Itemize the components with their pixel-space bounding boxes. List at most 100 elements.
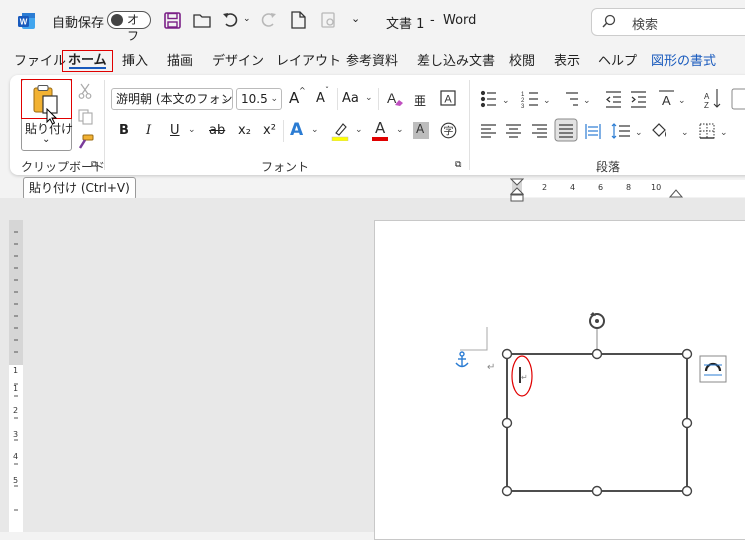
format-painter-icon[interactable] bbox=[77, 134, 94, 153]
align-center-icon[interactable] bbox=[506, 124, 521, 138]
touch-mode-icon[interactable] bbox=[320, 11, 338, 32]
redo-icon[interactable] bbox=[259, 11, 277, 32]
underline-button[interactable]: U bbox=[170, 121, 180, 141]
document-title: 文書 1 bbox=[386, 17, 425, 32]
encircle-characters-icon[interactable]: 字 bbox=[440, 122, 457, 142]
grow-font-button[interactable]: A bbox=[289, 88, 299, 108]
undo-icon[interactable] bbox=[222, 11, 240, 32]
increase-indent-icon[interactable] bbox=[631, 91, 646, 108]
tab-draw[interactable]: 描画 bbox=[167, 52, 193, 72]
tab-help[interactable]: ヘルプ bbox=[598, 52, 637, 72]
anchor-icon[interactable] bbox=[455, 351, 469, 368]
borders-dropdown-icon[interactable]: ⌄ bbox=[720, 128, 728, 138]
justify-button[interactable] bbox=[554, 118, 578, 142]
shading-dropdown-icon[interactable]: ⌄ bbox=[681, 128, 689, 138]
svg-text:字: 字 bbox=[444, 125, 454, 138]
phonetic-guide-icon[interactable]: 亜 bbox=[414, 92, 426, 109]
tab-file[interactable]: ファイル bbox=[14, 52, 66, 72]
change-case-dropdown-icon[interactable]: ⌄ bbox=[365, 93, 373, 103]
strikethrough-button[interactable]: ab bbox=[209, 121, 225, 141]
superscript-button[interactable]: x² bbox=[263, 121, 276, 141]
new-document-icon[interactable] bbox=[291, 11, 306, 32]
vertical-ruler-number: 5 bbox=[13, 476, 19, 485]
tab-layout[interactable]: レイアウト bbox=[276, 52, 341, 72]
text-direction-dropdown-icon[interactable]: ⌄ bbox=[678, 96, 686, 106]
multilevel-list-icon[interactable] bbox=[566, 92, 578, 106]
search-placeholder: 検索 bbox=[632, 18, 659, 33]
bold-button[interactable]: B bbox=[119, 121, 129, 141]
tab-insert[interactable]: 挿入 bbox=[122, 52, 148, 72]
font-color-dropdown-icon[interactable]: ⌄ bbox=[396, 125, 404, 135]
paste-dropdown-icon[interactable]: ⌄ bbox=[42, 134, 50, 145]
ruler-number: 2 bbox=[542, 183, 548, 192]
copy-icon[interactable] bbox=[78, 109, 93, 128]
decrease-indent-icon[interactable] bbox=[606, 91, 621, 108]
numbering-dropdown-icon[interactable]: ⌄ bbox=[543, 96, 551, 106]
tab-mailings[interactable]: 差し込み文書 bbox=[417, 52, 495, 72]
change-case-button[interactable]: Aa bbox=[342, 89, 359, 109]
bullets-dropdown-icon[interactable]: ⌄ bbox=[502, 96, 510, 106]
numbering-icon[interactable] bbox=[529, 92, 538, 106]
layout-options-button[interactable] bbox=[699, 355, 727, 383]
first-line-indent-marker-icon[interactable] bbox=[509, 178, 525, 205]
bullets-icon[interactable] bbox=[480, 90, 497, 108]
borders-icon[interactable] bbox=[699, 123, 715, 139]
subscript-button[interactable]: x₂ bbox=[238, 121, 251, 141]
highlighter-icon[interactable] bbox=[331, 121, 349, 144]
tab-references[interactable]: 参考資料 bbox=[346, 52, 398, 72]
clear-formatting-icon[interactable]: A bbox=[386, 89, 404, 110]
svg-text:A: A bbox=[704, 92, 710, 101]
sort-icon[interactable]: A Z bbox=[704, 89, 721, 110]
tab-design[interactable]: デザイン bbox=[212, 52, 264, 72]
svg-text:A: A bbox=[662, 93, 671, 108]
customize-qat-icon[interactable]: ⌄ bbox=[351, 12, 360, 25]
distributed-icon[interactable] bbox=[585, 124, 601, 139]
rotate-handle-icon[interactable] bbox=[589, 312, 605, 329]
text-direction-icon[interactable]: A bbox=[659, 90, 674, 108]
align-left-icon[interactable] bbox=[481, 124, 496, 138]
font-name-combo[interactable]: 游明朝 (本文のフォン ⌄ bbox=[111, 88, 233, 110]
highlighter-dropdown-icon[interactable]: ⌄ bbox=[355, 125, 363, 135]
character-shading-icon[interactable]: A bbox=[413, 122, 429, 139]
tab-shape-format[interactable]: 図形の書式 bbox=[651, 52, 716, 72]
text-effects-dropdown-icon[interactable]: ⌄ bbox=[311, 125, 319, 135]
tab-view[interactable]: 表示 bbox=[554, 52, 580, 72]
right-indent-marker-icon[interactable] bbox=[668, 187, 684, 201]
font-name-dropdown-icon: ⌄ bbox=[221, 94, 229, 104]
cut-icon[interactable] bbox=[78, 83, 92, 102]
character-shading-letter: A bbox=[416, 122, 425, 136]
tab-review[interactable]: 校閲 bbox=[509, 52, 535, 72]
ruler-number: 10 bbox=[651, 183, 662, 192]
show-hide-button[interactable] bbox=[731, 88, 745, 110]
search-box[interactable]: 検索 bbox=[591, 8, 745, 36]
autosave-toggle[interactable]: オフ bbox=[107, 11, 151, 43]
vertical-ruler-number: 3 bbox=[13, 430, 19, 439]
font-launcher-icon[interactable]: ⧉ bbox=[455, 160, 461, 170]
save-icon[interactable] bbox=[164, 12, 181, 32]
ruler-number: 4 bbox=[570, 183, 576, 192]
text-box-shape[interactable] bbox=[506, 353, 688, 492]
text-effects-button[interactable]: A bbox=[290, 120, 303, 140]
italic-button[interactable]: I bbox=[146, 121, 151, 141]
tab-home[interactable]: ホーム bbox=[62, 50, 113, 72]
line-spacing-dropdown-icon[interactable]: ⌄ bbox=[635, 128, 643, 138]
shading-icon[interactable] bbox=[652, 123, 666, 137]
line-spacing-icon[interactable] bbox=[611, 123, 630, 139]
align-right-icon[interactable] bbox=[532, 124, 547, 138]
enclosed-characters-icon[interactable]: A bbox=[440, 90, 456, 109]
font-color-icon[interactable]: A bbox=[371, 119, 389, 141]
open-folder-icon[interactable] bbox=[193, 13, 211, 31]
font-color-letter: A bbox=[375, 119, 386, 137]
clipboard-launcher-icon[interactable]: ⧉ bbox=[91, 160, 97, 170]
undo-dropdown-icon[interactable]: ⌄ bbox=[243, 14, 251, 24]
svg-text:A: A bbox=[387, 90, 397, 106]
multilevel-dropdown-icon[interactable]: ⌄ bbox=[583, 96, 591, 106]
search-icon bbox=[602, 14, 616, 31]
margin-corner-mark bbox=[460, 327, 488, 351]
svg-text:W: W bbox=[20, 18, 28, 27]
svg-text:Z: Z bbox=[704, 101, 709, 110]
font-size-combo[interactable]: 10.5 ⌄ bbox=[236, 88, 282, 110]
shrink-font-button[interactable]: A bbox=[316, 89, 325, 109]
underline-dropdown-icon[interactable]: ⌄ bbox=[188, 125, 196, 135]
paste-button[interactable]: 貼り付け ⌄ bbox=[21, 79, 73, 151]
